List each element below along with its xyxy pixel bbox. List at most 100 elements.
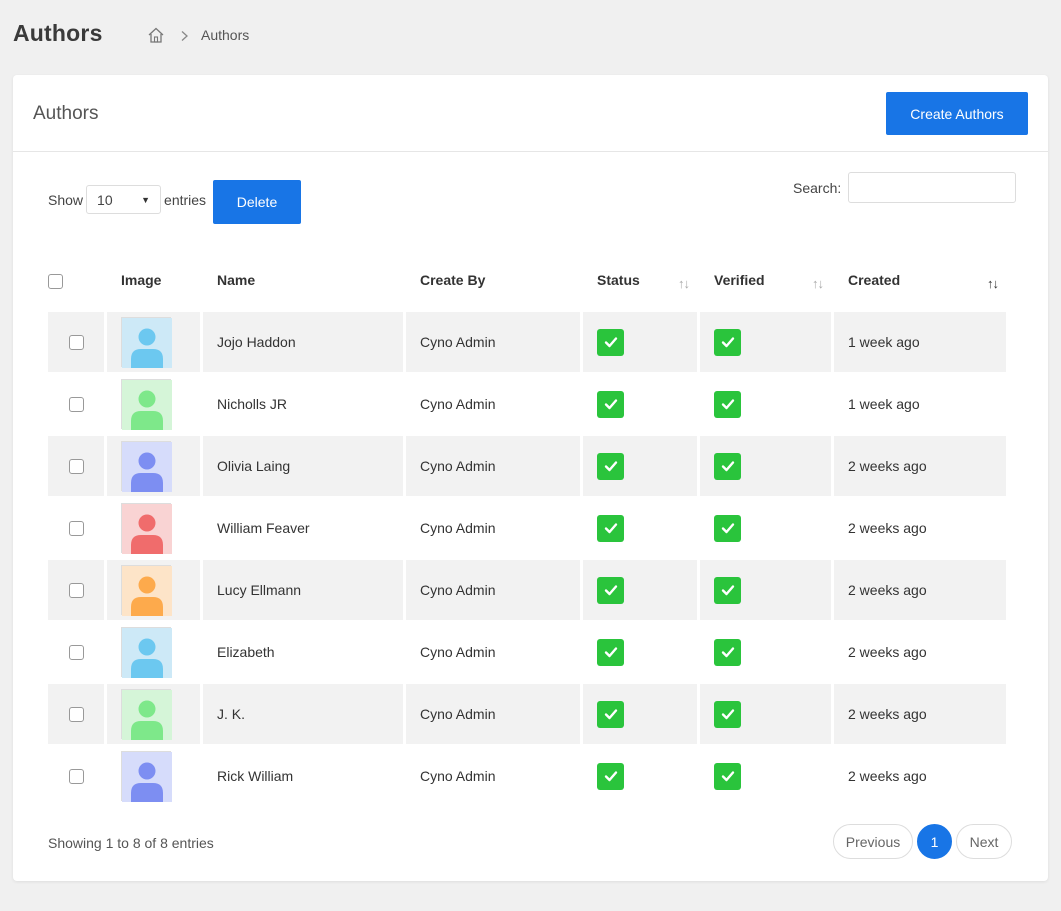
card-title: Authors xyxy=(33,103,99,124)
create-by-cell: Cyno Admin xyxy=(406,312,580,372)
table-row: Nicholls JR Cyno Admin 1 week ago xyxy=(48,374,1006,434)
row-checkbox[interactable] xyxy=(68,707,84,723)
name-cell: Rick William xyxy=(203,746,403,806)
sort-icon[interactable]: ↑↓ xyxy=(678,276,690,291)
verified-check-icon[interactable] xyxy=(714,452,741,480)
status-check-icon[interactable] xyxy=(597,390,624,418)
image-cell xyxy=(107,436,200,496)
row-checkbox[interactable] xyxy=(68,397,84,413)
delete-button[interactable]: Delete xyxy=(213,180,301,224)
table-row: Elizabeth Cyno Admin 2 weeks ago xyxy=(48,622,1006,682)
avatar xyxy=(121,379,172,430)
column-header-verified[interactable]: Verified ↑↓ xyxy=(700,250,831,310)
search-label: Search: xyxy=(793,179,842,196)
card-header: Authors Create Authors xyxy=(13,75,1048,152)
verified-check-icon[interactable] xyxy=(714,328,741,356)
created-cell: 2 weeks ago xyxy=(834,498,1006,558)
create-by-cell: Cyno Admin xyxy=(406,436,580,496)
status-check-icon[interactable] xyxy=(597,700,624,728)
row-checkbox[interactable] xyxy=(68,645,84,661)
verified-cell xyxy=(700,374,831,434)
row-select-cell xyxy=(48,746,104,806)
column-header-created[interactable]: Created ↑↓ xyxy=(834,250,1006,310)
created-cell: 1 week ago xyxy=(834,312,1006,372)
table-row: Lucy Ellmann Cyno Admin 2 weeks ago xyxy=(48,560,1006,620)
verified-check-icon[interactable] xyxy=(714,638,741,666)
show-label: Show xyxy=(48,191,84,208)
create-by-cell: Cyno Admin xyxy=(406,746,580,806)
sort-icon[interactable]: ↑↓ xyxy=(812,276,824,291)
verified-check-icon[interactable] xyxy=(714,762,741,790)
row-select-cell xyxy=(48,498,104,558)
status-cell xyxy=(583,746,697,806)
previous-page-button[interactable]: Previous xyxy=(833,824,913,859)
created-cell: 2 weeks ago xyxy=(834,560,1006,620)
image-cell xyxy=(107,312,200,372)
sort-icon[interactable]: ↑↓ xyxy=(987,276,999,291)
status-check-icon[interactable] xyxy=(597,576,624,604)
column-header-status[interactable]: Status ↑↓ xyxy=(583,250,697,310)
verified-cell xyxy=(700,312,831,372)
column-header-status-label: Status xyxy=(597,272,640,288)
table-info: Showing 1 to 8 of 8 entries xyxy=(48,835,214,851)
entries-select[interactable]: 10 ▼ xyxy=(86,185,162,214)
page-title: Authors xyxy=(13,20,103,46)
next-page-button[interactable]: Next xyxy=(956,824,1012,859)
column-header-create-by: Create By xyxy=(406,250,580,310)
avatar xyxy=(121,565,172,616)
name-cell: Lucy Ellmann xyxy=(203,560,403,620)
name-cell: Nicholls JR xyxy=(203,374,403,434)
status-check-icon[interactable] xyxy=(597,762,624,790)
table-row: Olivia Laing Cyno Admin 2 weeks ago xyxy=(48,436,1006,496)
avatar xyxy=(121,751,172,802)
created-cell: 2 weeks ago xyxy=(834,622,1006,682)
row-checkbox[interactable] xyxy=(68,459,84,475)
home-icon[interactable] xyxy=(147,26,165,44)
pagination: Previous 1 Next xyxy=(833,824,1012,859)
verified-check-icon[interactable] xyxy=(714,700,741,728)
name-cell: J. K. xyxy=(203,684,403,744)
row-select-cell xyxy=(48,436,104,496)
status-cell xyxy=(583,436,697,496)
select-all-checkbox[interactable] xyxy=(48,273,63,289)
select-all-header xyxy=(48,250,104,310)
table-header-row: Image Name Create By Status ↑↓ Verified … xyxy=(48,250,1006,310)
name-cell: William Feaver xyxy=(203,498,403,558)
name-cell: Jojo Haddon xyxy=(203,312,403,372)
verified-cell xyxy=(700,746,831,806)
name-cell: Elizabeth xyxy=(203,622,403,682)
table-row: J. K. Cyno Admin 2 weeks ago xyxy=(48,684,1006,744)
verified-check-icon[interactable] xyxy=(714,390,741,418)
row-checkbox[interactable] xyxy=(68,583,84,599)
row-checkbox[interactable] xyxy=(68,335,84,351)
entries-length-control: Show 10 ▼ entries xyxy=(48,185,206,214)
name-cell: Olivia Laing xyxy=(203,436,403,496)
status-check-icon[interactable] xyxy=(597,638,624,666)
image-cell xyxy=(107,622,200,682)
create-by-cell: Cyno Admin xyxy=(406,498,580,558)
row-checkbox[interactable] xyxy=(68,521,84,537)
search-input[interactable] xyxy=(848,172,1017,203)
verified-cell xyxy=(700,684,831,744)
status-check-icon[interactable] xyxy=(597,452,624,480)
row-checkbox[interactable] xyxy=(68,769,84,785)
column-header-name: Name xyxy=(203,250,403,310)
create-authors-button[interactable]: Create Authors xyxy=(886,92,1028,135)
table-row: Rick William Cyno Admin 2 weeks ago xyxy=(48,746,1006,806)
table-body: Jojo Haddon Cyno Admin 1 week ago Nicholls … xyxy=(48,312,1006,806)
image-cell xyxy=(107,746,200,806)
create-by-cell: Cyno Admin xyxy=(406,374,580,434)
status-check-icon[interactable] xyxy=(597,514,624,542)
status-check-icon[interactable] xyxy=(597,328,624,356)
status-cell xyxy=(583,312,697,372)
row-select-cell xyxy=(48,560,104,620)
create-by-cell: Cyno Admin xyxy=(406,684,580,744)
table-row: Jojo Haddon Cyno Admin 1 week ago xyxy=(48,312,1006,372)
column-header-verified-label: Verified xyxy=(714,272,765,288)
page-1-button[interactable]: 1 xyxy=(917,824,952,859)
verified-check-icon[interactable] xyxy=(714,514,741,542)
verified-cell xyxy=(700,436,831,496)
status-cell xyxy=(583,560,697,620)
verified-check-icon[interactable] xyxy=(714,576,741,604)
status-cell xyxy=(583,684,697,744)
